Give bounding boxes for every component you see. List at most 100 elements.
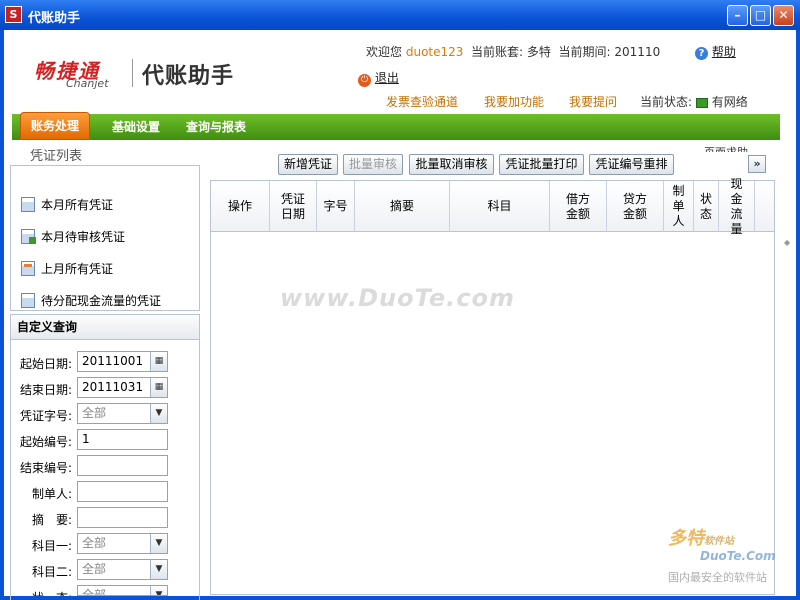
quick-item-cashflow-pending[interactable]: 待分配现金流量的凭证: [21, 292, 161, 309]
current-account: 当前账套: 多特: [471, 45, 551, 59]
batch-approve-button[interactable]: 批量审核: [343, 154, 403, 175]
end-date-label: 结束日期:: [20, 383, 73, 397]
watermark-corner-en: DuoTe.Com: [700, 549, 776, 563]
window-titlebar: S 代账助手 – □ ✕: [0, 0, 800, 30]
ask-question-link[interactable]: 我要提问: [569, 93, 617, 110]
col-status[interactable]: 状态: [694, 181, 719, 232]
scroll-arrow-icon[interactable]: ◆: [784, 238, 790, 247]
quick-filter-panel: 本月所有凭证 本月待审核凭证 上月所有凭证 待分配现金流量的凭证: [10, 165, 200, 311]
logout-link[interactable]: 退出: [375, 71, 399, 85]
voucher-list-icon: [21, 261, 35, 276]
voucher-list-icon: [21, 293, 35, 308]
quick-item-label: 待分配现金流量的凭证: [41, 294, 162, 308]
col-summary[interactable]: 摘要: [355, 181, 450, 232]
network-icon: [695, 97, 708, 108]
chevron-down-icon[interactable]: ▼: [150, 586, 167, 595]
col-credit[interactable]: 贷方金额: [607, 181, 664, 232]
subject1-select[interactable]: 全部 ▼: [77, 533, 168, 554]
invoice-check-link[interactable]: 发票查验通道: [386, 93, 458, 110]
main-nav: 账务处理 基础设置 查询与报表: [12, 112, 780, 140]
window-title: 代账助手: [28, 11, 81, 26]
voucher-list-icon: [21, 197, 35, 212]
calendar-icon[interactable]: ▦: [150, 352, 167, 371]
subject1-label: 科目一:: [32, 539, 73, 553]
chanjet-logo: 畅捷通 Chanjet 代账助手: [34, 55, 233, 90]
voucher-type-value: 全部: [82, 406, 107, 420]
col-maker[interactable]: 制单人: [664, 181, 694, 232]
col-voucher-date[interactable]: 凭证日期: [270, 181, 317, 232]
power-icon: ⏻: [358, 74, 371, 87]
quick-item-label: 本月所有凭证: [41, 198, 114, 212]
subject2-label: 科目二:: [32, 565, 73, 579]
state-select[interactable]: 全部 ▼: [77, 585, 168, 596]
help-link-wrap[interactable]: ? 帮助: [695, 43, 736, 60]
start-date-label: 起始日期:: [20, 357, 73, 371]
summary-label: 摘 要:: [32, 513, 73, 527]
table-header: 操作 凭证日期 字号 摘要 科目 借方金额 贷方金额 制单人 状态 现金流量: [211, 177, 774, 236]
start-no-label: 起始编号:: [20, 435, 73, 449]
watermark-slogan: 国内最安全的软件站: [668, 571, 767, 584]
chevron-down-icon[interactable]: ▼: [150, 560, 167, 579]
col-cashflow[interactable]: 现金流量: [719, 177, 755, 236]
current-period: 当前期间: 201110: [558, 45, 661, 59]
tab-query-reports[interactable]: 查询与报表: [186, 114, 246, 140]
page-title: 凭证列表: [30, 149, 83, 164]
tab-accounting[interactable]: 账务处理: [20, 112, 91, 140]
username: duote123: [405, 45, 464, 59]
feature-request-link[interactable]: 我要加功能: [484, 93, 544, 110]
summary-input[interactable]: [77, 507, 168, 528]
voucher-type-select[interactable]: 全部 ▼: [77, 403, 168, 424]
logo-divider: [132, 59, 133, 87]
voucher-type-label: 凭证字号:: [20, 409, 73, 423]
start-date-value: 20111001: [82, 354, 144, 368]
calendar-icon[interactable]: ▦: [150, 378, 167, 397]
col-debit[interactable]: 借方金额: [550, 181, 607, 232]
watermark-corner: 多特软件站: [668, 524, 734, 550]
renumber-button[interactable]: 凭证编号重排: [589, 154, 674, 175]
new-voucher-button[interactable]: 新增凭证: [278, 154, 338, 175]
end-no-input[interactable]: [77, 455, 168, 476]
end-no-label: 结束编号:: [20, 461, 73, 475]
maximize-button[interactable]: □: [750, 5, 771, 26]
quick-item-this-month-pending[interactable]: 本月待审核凭证: [21, 228, 125, 245]
chevron-down-icon[interactable]: ▼: [150, 534, 167, 553]
quick-item-this-month-all[interactable]: 本月所有凭证: [21, 196, 113, 213]
col-number[interactable]: 字号: [317, 181, 355, 232]
page-help-link[interactable]: 页面求助: [704, 144, 748, 152]
subject2-value: 全部: [82, 562, 107, 576]
col-subject[interactable]: 科目: [450, 181, 550, 232]
quick-item-label: 本月待审核凭证: [41, 230, 126, 244]
end-date-value: 20111031: [82, 380, 144, 394]
maker-input[interactable]: [77, 481, 168, 502]
logout-link-wrap[interactable]: ⏻ 退出: [358, 69, 399, 87]
state-value: 全部: [82, 588, 107, 596]
end-date-field[interactable]: 20111031 ▦: [77, 377, 168, 398]
chevron-down-icon[interactable]: ▼: [150, 404, 167, 423]
subject2-select[interactable]: 全部 ▼: [77, 559, 168, 580]
subject1-value: 全部: [82, 536, 107, 550]
watermark-corner-sub: 软件站: [704, 536, 734, 547]
quick-item-last-month-all[interactable]: 上月所有凭证: [21, 260, 113, 277]
tab-basic-settings[interactable]: 基础设置: [112, 114, 160, 140]
batch-unapprove-button[interactable]: 批量取消审核: [409, 154, 494, 175]
network-status: 当前状态: 有网络: [640, 93, 748, 110]
start-no-input[interactable]: 1: [77, 429, 168, 450]
maker-label: 制单人:: [32, 487, 73, 501]
help-link[interactable]: 帮助: [712, 45, 736, 59]
col-operation[interactable]: 操作: [211, 181, 270, 232]
status-value: 有网络: [711, 95, 748, 109]
close-button[interactable]: ✕: [773, 5, 794, 26]
start-date-field[interactable]: 20111001 ▦: [77, 351, 168, 372]
minimize-button[interactable]: –: [727, 5, 748, 26]
batch-print-button[interactable]: 凭证批量打印: [499, 154, 584, 175]
help-icon: ?: [695, 47, 708, 60]
product-name: 代账助手: [142, 64, 235, 89]
expand-button[interactable]: »: [748, 155, 766, 173]
state-label: 状 态:: [32, 589, 72, 596]
app-icon: S: [5, 6, 22, 23]
custom-query-title: 自定义查询: [10, 314, 200, 340]
watermark-corner-cn: 多特: [668, 528, 704, 549]
quick-item-label: 上月所有凭证: [41, 262, 114, 276]
voucher-pending-icon: [21, 229, 36, 244]
welcome-info: 欢迎您 duote123 当前账套: 多特 当前期间: 201110: [366, 43, 660, 60]
